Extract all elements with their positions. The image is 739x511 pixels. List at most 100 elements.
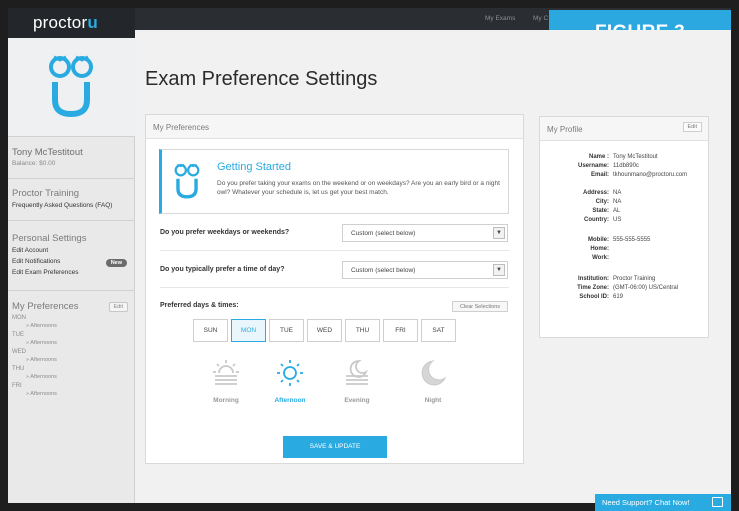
profile-username-value: 11db890c <box>613 163 639 169</box>
profile-email-value: tkhounmano@proctoru.com <box>613 172 688 178</box>
brand-logo[interactable]: proctoru <box>33 13 98 33</box>
pref-day: THU <box>12 366 25 372</box>
time-evening[interactable]: Evening <box>327 358 387 404</box>
time-afternoon-label: Afternoon <box>274 397 306 404</box>
pref-slot: » Afternoons <box>26 340 57 346</box>
nav-my-exams[interactable]: My Exams <box>485 15 515 22</box>
chevron-down-icon[interactable]: ▼ <box>493 227 505 239</box>
brand-bar: proctoru <box>8 8 135 38</box>
new-badge: New <box>105 258 127 267</box>
save-update-button[interactable]: SAVE & UPDATE <box>283 436 387 458</box>
day-button-tue[interactable]: TUE <box>269 319 304 342</box>
profile-address-label: Address: <box>582 190 609 196</box>
day-button-wed[interactable]: WED <box>307 319 342 342</box>
time-morning-label: Morning <box>213 397 239 404</box>
logo-area <box>8 38 135 136</box>
day-button-fri[interactable]: FRI <box>383 319 418 342</box>
sidebar-edit-account[interactable]: Edit Account <box>12 247 135 255</box>
days-times-label: Preferred days & times: <box>160 302 239 309</box>
brand-text: proctor <box>33 13 88 32</box>
profile-home-row: Home: <box>540 245 710 253</box>
time-morning[interactable]: Morning <box>196 358 256 404</box>
main-content: Exam Preference Settings My Preferences … <box>135 30 731 503</box>
screen-frame: proctoru Tony McTestitout Balance: $0.00… <box>0 0 739 511</box>
profile-username-row: Username: 11db890c <box>540 162 710 170</box>
day-button-thu[interactable]: THU <box>345 319 380 342</box>
profile-home-label: Home: <box>590 246 609 252</box>
profile-country-row: Country: US <box>540 216 710 224</box>
pref-day: MON <box>12 315 26 321</box>
getting-started-box: Getting Started Do you prefer taking you… <box>159 149 509 214</box>
profile-name-value: Tony McTestitout <box>613 154 658 160</box>
time-select[interactable]: Custom (select below) ▼ <box>342 261 508 279</box>
preferences-card-header: My Preferences <box>146 115 523 139</box>
day-button-sun[interactable]: SUN <box>193 319 228 342</box>
sidebar-faq-link[interactable]: Frequently Asked Questions (FAQ) <box>12 202 135 210</box>
support-chat-button[interactable]: Need Support? Chat Now! <box>595 494 731 511</box>
time-night-label: Night <box>424 397 442 404</box>
pref-slot: » Afternoons <box>26 374 57 380</box>
sunrise-icon <box>213 360 239 385</box>
pref-slot: » Afternoons <box>26 391 57 397</box>
sidebar: proctoru Tony McTestitout Balance: $0.00… <box>8 8 135 503</box>
day-button-sat[interactable]: SAT <box>421 319 456 342</box>
sidebar-personal-title: Personal Settings <box>12 233 87 244</box>
sunset-icon <box>346 360 368 385</box>
sidebar-prefs-edit-button[interactable]: Edit <box>108 301 128 312</box>
sidebar-training: Proctor Training Frequently Asked Questi… <box>8 178 135 220</box>
divider <box>160 250 509 251</box>
page-title: Exam Preference Settings <box>145 68 378 90</box>
time-question: Do you typically prefer a time of day? <box>160 266 285 273</box>
brand-u: u <box>87 13 98 32</box>
sidebar-user: Tony McTestitout Balance: $0.00 <box>8 136 135 178</box>
nav-my-other[interactable]: My C <box>533 15 548 22</box>
sidebar-preferences: My Preferences Edit MON » Afternoons TUE… <box>8 290 135 410</box>
pref-day: FRI <box>12 383 22 389</box>
owl-logo-icon <box>49 55 93 118</box>
profile-card-title: My Profile <box>547 125 583 134</box>
sidebar-user-name: Tony McTestitout <box>12 147 83 158</box>
profile-name-label: Name : <box>588 154 609 160</box>
profile-city-value: NA <box>613 199 622 205</box>
profile-name-row: Name : Tony McTestitout <box>540 153 710 161</box>
profile-institution-value: Proctor Training <box>613 276 656 282</box>
divider <box>160 287 509 288</box>
profile-school-row: School ID: 619 <box>540 293 710 301</box>
profile-address-row: Address: NA <box>540 189 710 197</box>
moon-icon <box>421 360 447 386</box>
chat-window-icon <box>712 497 723 507</box>
sidebar-personal-settings: Personal Settings Edit Account Edit Noti… <box>8 220 135 290</box>
preferences-card: My Preferences Getting Started Do you pr… <box>145 114 524 464</box>
profile-work-row: Work: <box>540 254 710 262</box>
sidebar-edit-notifications[interactable]: Edit Notifications <box>12 258 60 266</box>
profile-username-label: Username: <box>577 163 609 169</box>
time-night[interactable]: Night <box>403 358 463 404</box>
profile-email-label: Email: <box>590 172 609 178</box>
sidebar-training-title: Proctor Training <box>12 188 80 199</box>
getting-started-text: Do you prefer taking your exams on the w… <box>217 180 500 196</box>
profile-card: My Profile Edit Name : Tony McTestitout … <box>539 116 709 338</box>
sidebar-edit-notifications-row[interactable]: Edit Notifications New <box>8 257 135 268</box>
pref-day: WED <box>12 349 26 355</box>
sidebar-prefs-title: My Preferences <box>12 301 79 312</box>
profile-state-label: State: <box>592 208 609 214</box>
day-button-mon[interactable]: MON <box>231 319 266 342</box>
profile-work-label: Work: <box>592 255 609 261</box>
profile-timezone-label: Time Zone: <box>577 285 609 291</box>
sidebar-edit-exam-preferences[interactable]: Edit Exam Preferences <box>12 269 135 277</box>
clear-selections-button[interactable]: Clear Selections <box>452 301 508 312</box>
day-selector: SUN MON TUE WED THU FRI SAT <box>193 319 456 342</box>
time-select-value: Custom (select below) <box>351 267 416 274</box>
profile-school-value: 619 <box>613 294 624 300</box>
profile-state-row: State: AL <box>540 207 710 215</box>
profile-institution-label: Institution: <box>578 276 609 282</box>
profile-email-row: Email: tkhounmano@proctoru.com <box>540 171 710 179</box>
profile-city-label: City: <box>595 199 609 205</box>
weekday-question: Do you prefer weekdays or weekends? <box>160 229 290 236</box>
time-afternoon[interactable]: Afternoon <box>260 358 320 404</box>
profile-mobile-row: Mobile: 555-555-5555 <box>540 236 710 244</box>
profile-timezone-row: Time Zone: (GMT-06:00) US/Central <box>540 284 710 292</box>
weekday-select[interactable]: Custom (select below) ▼ <box>342 224 508 242</box>
chevron-down-icon[interactable]: ▼ <box>493 264 505 276</box>
profile-edit-button[interactable]: Edit <box>682 122 702 132</box>
